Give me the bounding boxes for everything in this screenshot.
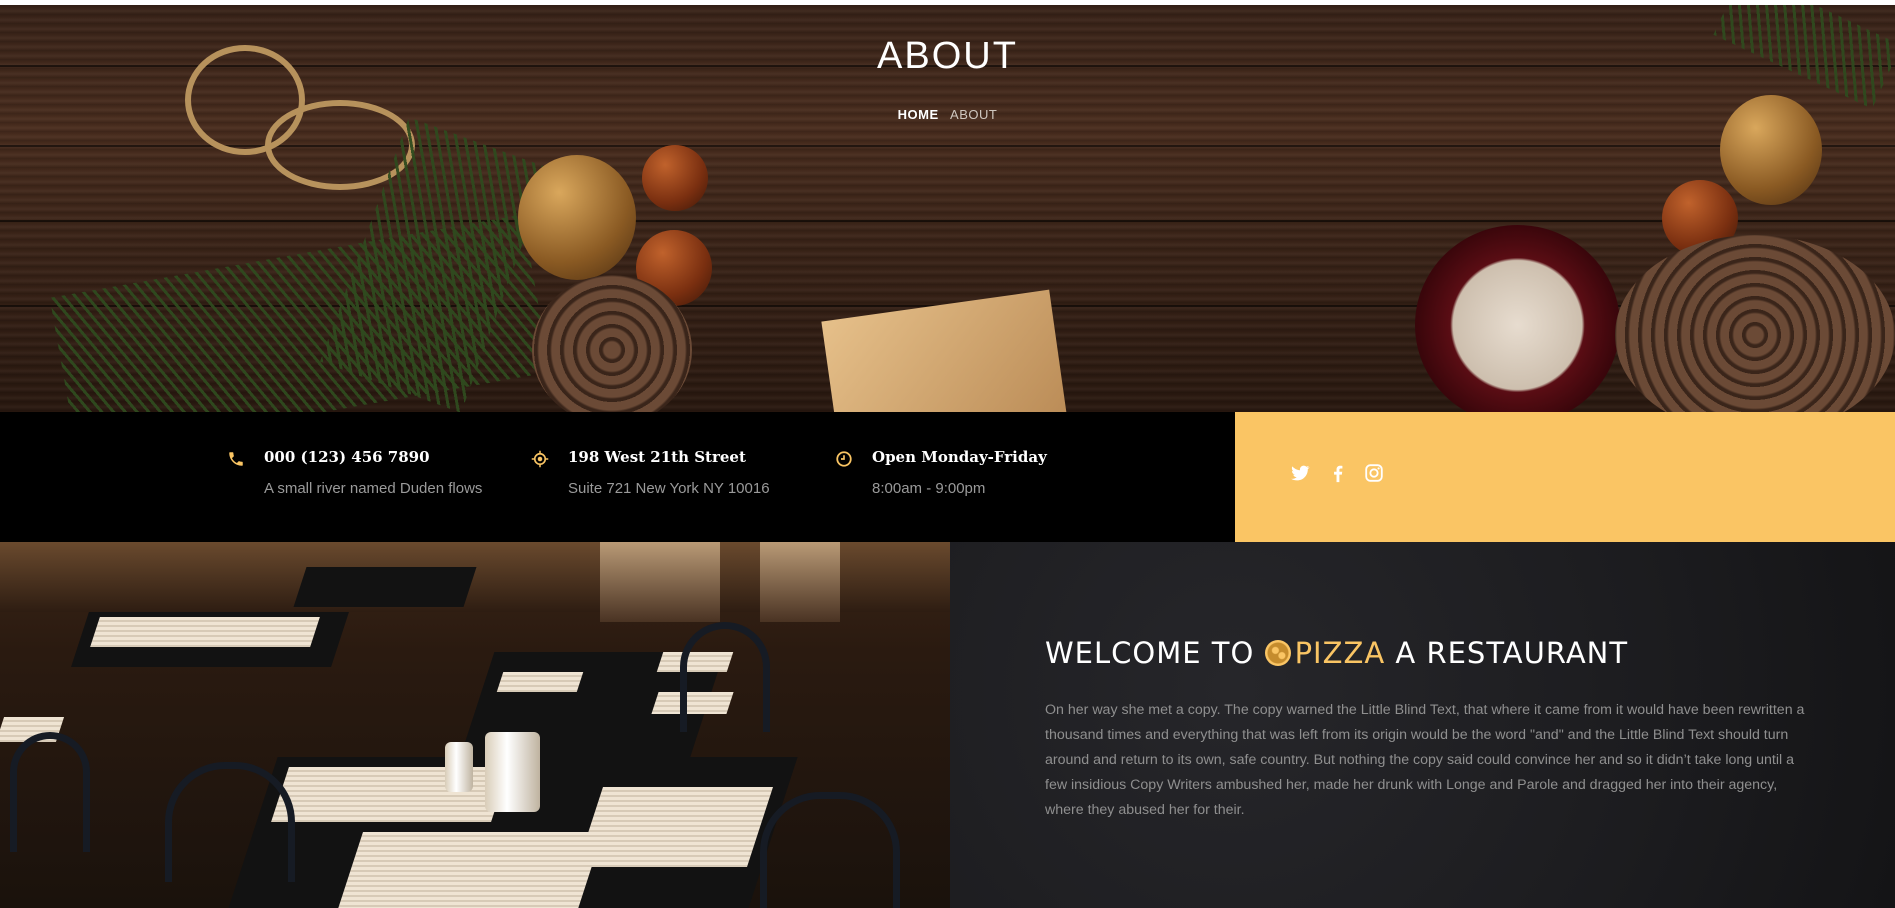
- walnut-decoration: [518, 155, 636, 280]
- photo-chair: [760, 792, 900, 908]
- hours-time: 8:00am - 9:00pm: [872, 480, 986, 497]
- photo-menu: [271, 767, 509, 822]
- breadcrumb: HOME ABOUT: [0, 107, 1895, 122]
- photo-jar: [485, 732, 540, 812]
- breadcrumb-current: ABOUT: [950, 107, 998, 122]
- pinecone-decoration: [532, 275, 692, 412]
- welcome-suffix: A RESTAURANT: [1395, 636, 1629, 670]
- photo-menu: [337, 832, 603, 908]
- address-line-2: Suite 721 New York NY 10016: [568, 480, 770, 497]
- breadcrumb-home-link[interactable]: HOME: [898, 107, 939, 122]
- contact-info-bar: 000 (123) 456 7890 A small river named D…: [0, 412, 1235, 542]
- social-bar: [1235, 412, 1895, 542]
- welcome-heading: WELCOME TO PIZZA A RESTAURANT: [1045, 636, 1628, 670]
- photo-menu: [577, 787, 773, 867]
- welcome-prefix: WELCOME TO: [1045, 636, 1255, 670]
- photo-menu: [90, 617, 320, 647]
- pinecone-decoration: [1615, 235, 1895, 412]
- restaurant-photo: [0, 542, 950, 908]
- photo-chair: [10, 732, 90, 852]
- welcome-text: On her way she met a copy. The copy warn…: [1045, 702, 1805, 818]
- photo-napkin-holder: [445, 742, 473, 792]
- facebook-icon[interactable]: [1327, 462, 1349, 484]
- photo-chair: [680, 622, 770, 732]
- location-icon: [531, 450, 549, 468]
- wood-plank-line: [0, 220, 1895, 222]
- instagram-icon[interactable]: [1363, 462, 1385, 484]
- photo-table: [293, 567, 477, 607]
- pizza-icon: [1264, 640, 1291, 666]
- photo-window: [760, 542, 840, 622]
- twitter-icon[interactable]: [1289, 462, 1311, 484]
- phone-number: 000 (123) 456 7890: [264, 448, 430, 466]
- hours-title: Open Monday-Friday: [872, 448, 1047, 466]
- phone-icon: [229, 452, 243, 466]
- photo-window: [600, 542, 720, 622]
- page-title: ABOUT: [877, 35, 1018, 77]
- parcel-decoration: [821, 289, 1069, 412]
- welcome-section: WELCOME TO PIZZA A RESTAURANT On her way…: [950, 542, 1895, 908]
- brand-name: PIZZA: [1294, 636, 1386, 670]
- hero-banner: ABOUT HOME ABOUT: [0, 5, 1895, 412]
- candle-decoration: [1415, 225, 1620, 412]
- clock-icon: [836, 451, 852, 467]
- photo-chair: [165, 762, 295, 882]
- address-line-1: 198 West 21th Street: [568, 448, 746, 466]
- hazelnut-decoration: [642, 145, 708, 211]
- phone-subtitle: A small river named Duden flows: [264, 480, 483, 497]
- photo-menu: [496, 672, 584, 692]
